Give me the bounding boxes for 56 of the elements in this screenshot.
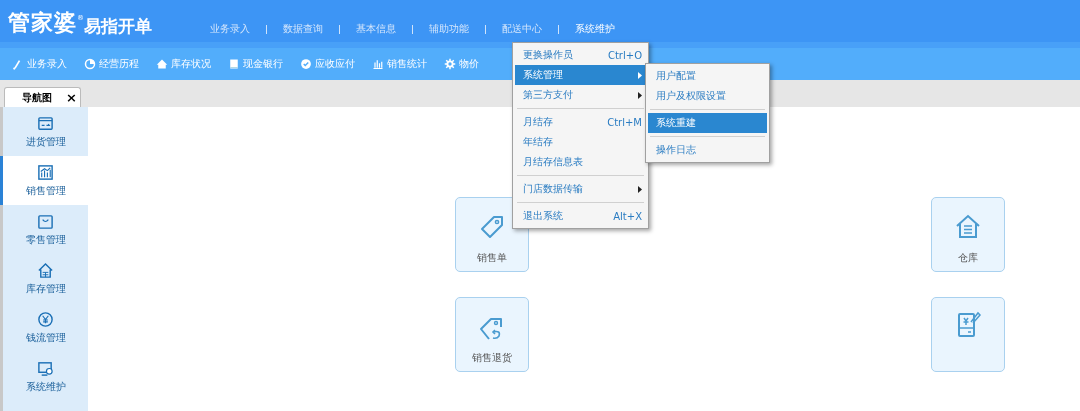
book-icon bbox=[228, 58, 240, 70]
gear-icon bbox=[444, 58, 456, 70]
function-tile[interactable]: 销售退货 bbox=[455, 297, 529, 372]
sidebar-item[interactable]: 销售管理 bbox=[0, 156, 88, 205]
sidebar-item[interactable]: 进货管理 bbox=[0, 107, 88, 156]
menu-item[interactable]: 系统管理 bbox=[515, 65, 646, 85]
card-icon bbox=[37, 114, 54, 132]
toolbar-button[interactable]: 现金银行 bbox=[228, 57, 283, 71]
submenu-arrow-icon bbox=[638, 185, 642, 193]
logo-brand: 管家婆 bbox=[8, 9, 77, 37]
toolbar-button[interactable]: 销售统计 bbox=[372, 57, 427, 71]
menu-item[interactable]: 操作日志 bbox=[648, 140, 767, 160]
sidebar-item[interactable]: 系统维护 bbox=[0, 352, 88, 401]
toolbar-button[interactable]: 应收应付 bbox=[300, 57, 355, 71]
shortcut-label: Ctrl+O bbox=[607, 49, 642, 61]
nav-link[interactable]: 业务录入 bbox=[202, 22, 258, 36]
menu-item[interactable]: 第三方支付 bbox=[515, 85, 646, 105]
menu-item[interactable]: 更换操作员 Ctrl+O bbox=[515, 45, 646, 65]
house-icon bbox=[156, 58, 168, 70]
menu-item[interactable]: 月结存 Ctrl+M bbox=[515, 112, 646, 132]
shortcut-label: Alt+X bbox=[613, 210, 642, 222]
function-tile[interactable]: 仓库 bbox=[931, 197, 1005, 272]
toolbar-button[interactable]: 经营历程 bbox=[84, 57, 139, 71]
function-tile[interactable] bbox=[931, 297, 1005, 372]
navigation-tab[interactable]: 导航图 × bbox=[4, 87, 81, 107]
submenu-arrow-icon bbox=[638, 71, 642, 79]
store-icon bbox=[37, 261, 54, 279]
menu-item[interactable]: 用户配置 bbox=[648, 66, 767, 86]
toolbar-button[interactable]: 库存状况 bbox=[156, 57, 211, 71]
nav-link[interactable]: 配送中心 bbox=[494, 22, 550, 36]
yen-icon bbox=[37, 310, 54, 328]
toolbar-button[interactable]: 业务录入 bbox=[12, 57, 67, 71]
menu-item[interactable]: 月结存信息表 bbox=[515, 152, 646, 172]
nav-link[interactable]: 系统维护 bbox=[567, 22, 623, 36]
sidebar-item[interactable]: 钱流管理 bbox=[0, 303, 88, 352]
nav-link[interactable]: 数据查询 bbox=[275, 22, 331, 36]
sidebar-item[interactable]: 库存管理 bbox=[0, 254, 88, 303]
bag-icon bbox=[37, 212, 54, 230]
chart-icon bbox=[37, 163, 54, 181]
submenu-arrow-icon bbox=[638, 91, 642, 99]
menu-item[interactable]: 系统重建 bbox=[648, 113, 767, 133]
nav-link[interactable]: 基本信息 bbox=[348, 22, 404, 36]
pie-icon bbox=[84, 58, 96, 70]
close-icon[interactable]: × bbox=[66, 90, 77, 105]
logo-product: 易指开单 bbox=[84, 15, 152, 38]
monitor-icon bbox=[37, 359, 54, 377]
menu-item[interactable]: 门店数据传输 bbox=[515, 179, 646, 199]
shortcut-label: Ctrl+M bbox=[607, 116, 642, 128]
nav-link[interactable]: 辅助功能 bbox=[421, 22, 477, 36]
sidebar-item[interactable]: 零售管理 bbox=[0, 205, 88, 254]
toolbar-button[interactable]: 物价 bbox=[444, 57, 479, 71]
menu-item[interactable]: 用户及权限设置 bbox=[648, 86, 767, 106]
menu-item[interactable]: 年结存 bbox=[515, 132, 646, 152]
check-icon bbox=[300, 58, 312, 70]
bars-icon bbox=[372, 58, 384, 70]
tab-label: 导航图 bbox=[22, 90, 53, 105]
